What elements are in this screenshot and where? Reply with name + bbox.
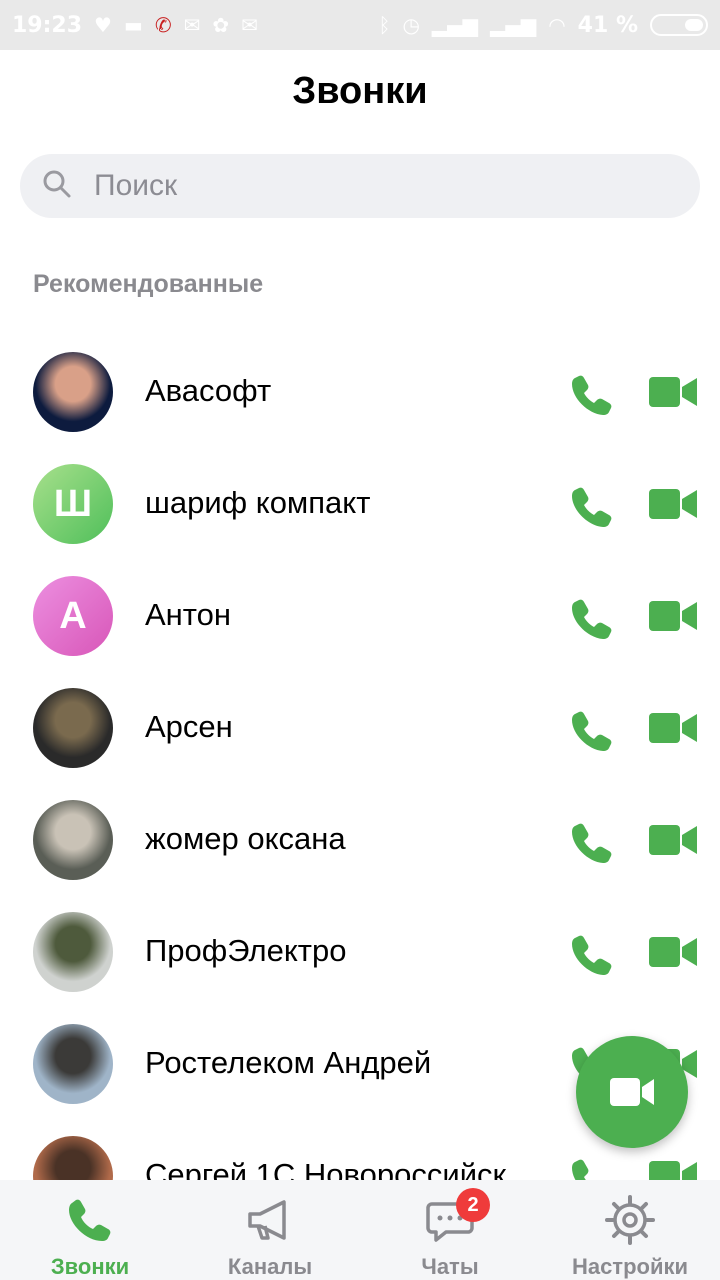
bottom-tab-bar: Звонки Каналы Чаты 2 Настройки [0,1180,720,1280]
video-call-button[interactable] [648,597,698,635]
voice-call-button[interactable] [570,596,614,640]
search-bar[interactable] [20,154,700,218]
voice-call-button[interactable] [570,484,614,528]
avatar-letter: Ш [53,482,93,525]
contact-name: Ростелеком Андрей [145,1045,432,1080]
voice-call-button[interactable] [570,820,614,864]
phone-icon [572,935,612,975]
avatar [33,352,113,432]
search-input[interactable] [92,168,656,204]
contact-name: Авасофт [145,373,272,408]
video-camera-icon [649,377,697,407]
video-camera-icon [649,825,697,855]
avatar: Ш [33,464,113,544]
video-call-button[interactable] [648,373,698,411]
tab-calls[interactable]: Звонки [0,1180,180,1280]
contact-row[interactable]: Шшариф компакт [0,448,720,560]
contact-name: шариф компакт [145,485,371,520]
avatar [33,912,113,992]
video-camera-icon [649,713,697,743]
clover-icon: ✿ [212,13,230,37]
phone-icon [572,823,612,863]
gear-icon [605,1195,655,1245]
location-icon: ♥ [94,13,112,37]
battery-icon [650,14,708,36]
voice-call-button[interactable] [570,932,614,976]
mail-icon: ✉ [183,13,201,37]
page-title: Звонки [292,70,428,112]
tab-label: Настройки [571,1254,689,1279]
tab-label: Чаты [421,1254,479,1279]
wifi-icon: ◠ [548,13,566,37]
message-icon: ▬ [123,13,143,37]
video-camera-icon [610,1078,654,1106]
contact-name: Арсен [145,709,233,744]
video-camera-icon [649,601,697,631]
voice-call-button[interactable] [570,372,614,416]
avatar [33,800,113,880]
tab-channels[interactable]: Каналы [180,1180,360,1280]
avatar [33,688,113,768]
avatar: А [33,576,113,656]
unread-badge: 2 [456,1188,490,1222]
contact-row[interactable]: ПрофЭлектро [0,896,720,1008]
video-call-button[interactable] [648,821,698,859]
missed-call-icon: ✆ [154,13,172,37]
alarm-icon: ◷ [402,13,420,37]
video-call-button[interactable] [648,485,698,523]
tab-settings[interactable]: Настройки [540,1180,720,1280]
megaphone-icon [248,1200,286,1240]
contact-name: ПрофЭлектро [145,933,347,968]
voice-call-button[interactable] [570,708,614,752]
signal-icon: ▂▄▆ [431,13,479,37]
contact-name: жомер оксана [145,821,346,856]
phone-icon [572,375,612,415]
contact-row[interactable]: жомер оксана [0,784,720,896]
tab-label: Звонки [50,1254,130,1279]
status-bar: 19:23 ♥ ▬ ✆ ✉ ✿ ✉ ᛒ ◷ ▂▄▆ ▂▄▆ ◠ 41 % [0,0,720,50]
mail-icon: ✉ [241,13,258,37]
contact-row[interactable]: А Антон [0,560,720,672]
video-camera-icon [649,937,697,967]
phone-icon [572,711,612,751]
video-call-button[interactable] [648,709,698,747]
tab-chats[interactable]: Чаты 2 [360,1180,540,1280]
avatar [33,1024,113,1104]
new-video-call-button[interactable] [576,1036,688,1148]
section-label: Рекомендованные [33,270,264,298]
tab-label: Каналы [227,1254,313,1279]
contact-name: Антон [145,597,232,632]
status-time: 19:23 [12,12,83,38]
video-call-button[interactable] [648,933,698,971]
contact-row[interactable]: Арсен [0,672,720,784]
contact-row[interactable]: Авасофт [0,336,720,448]
battery-level: 41 % [577,12,638,38]
signal-icon: ▂▄▆ [490,13,537,37]
search-icon [42,169,72,204]
avatar-letter: А [59,594,87,637]
phone-icon [69,1199,111,1241]
video-camera-icon [649,489,697,519]
bluetooth-icon: ᛒ [378,13,391,37]
phone-icon [572,487,612,527]
phone-icon [572,599,612,639]
